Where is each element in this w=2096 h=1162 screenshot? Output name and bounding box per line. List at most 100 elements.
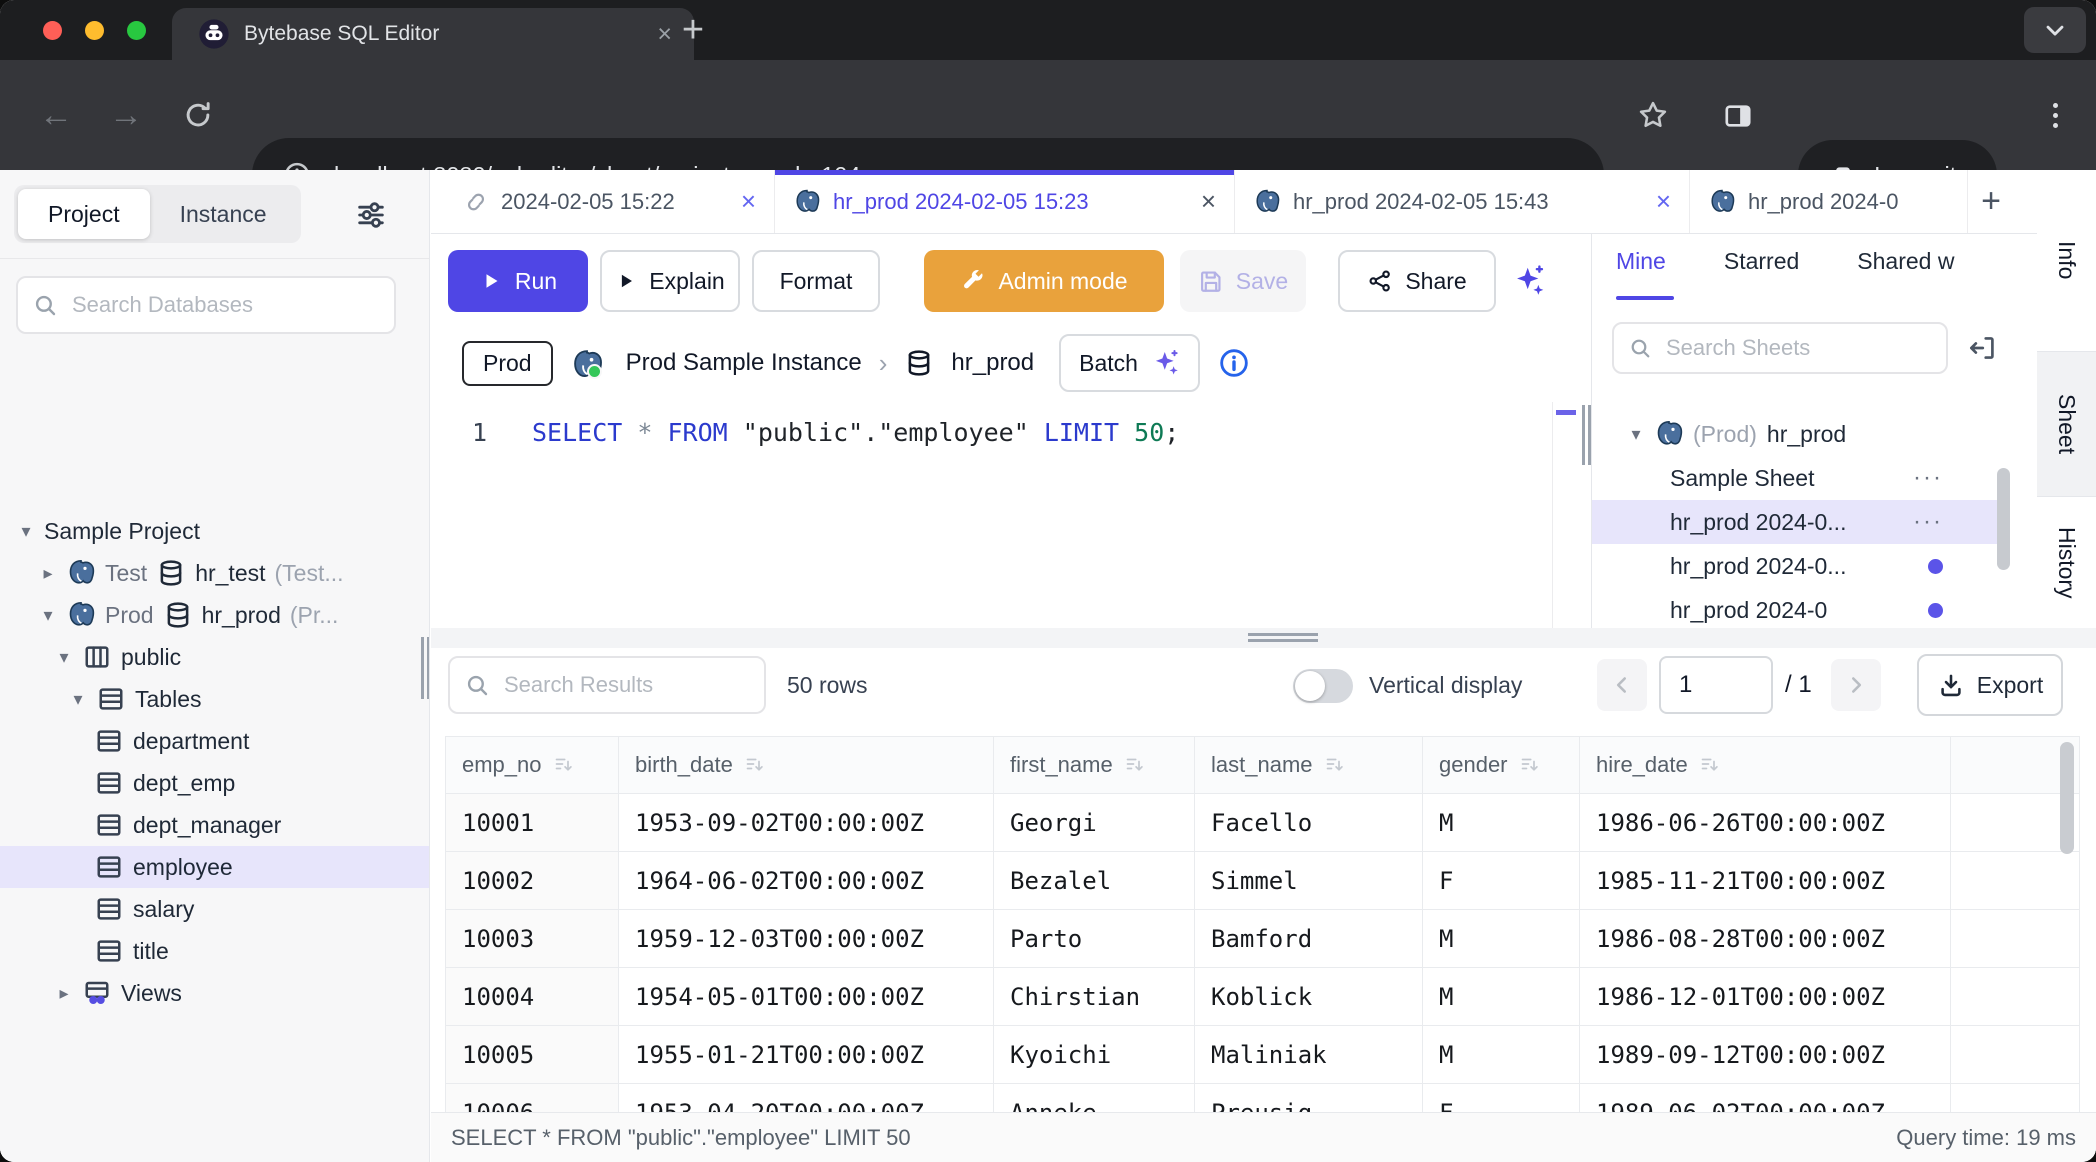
run-button[interactable]: Run — [448, 250, 588, 312]
back-button[interactable]: ← — [30, 60, 82, 170]
results-search-input[interactable] — [502, 671, 750, 699]
sidebar-item-department[interactable]: department — [0, 720, 429, 762]
worksheet-item-hr-prod-2024-0[interactable]: hr_prod 2024-0...··· — [1592, 500, 2010, 544]
save-button[interactable]: Save — [1180, 250, 1306, 312]
side-panel-icon[interactable] — [1722, 100, 1754, 132]
sidebar-item-dept-manager[interactable]: dept_manager — [0, 804, 429, 846]
sort-icon[interactable] — [552, 753, 576, 777]
results-search[interactable] — [448, 656, 766, 714]
table-row[interactable]: 100031959-12-03T00:00:00ZPartoBamfordM19… — [445, 910, 2080, 968]
chevron-down-icon[interactable]: ▾ — [14, 521, 38, 542]
tab-shared[interactable]: Shared w — [1857, 248, 1954, 275]
admin-mode-button[interactable]: Admin mode — [924, 250, 1164, 312]
column-header-hire-date[interactable]: hire_date — [1580, 736, 1951, 794]
close-tab-icon[interactable]: × — [657, 22, 672, 47]
ai-assistant-button[interactable] — [1504, 250, 1552, 312]
table-row[interactable]: 100051955-01-21T00:00:00ZKyoichiMaliniak… — [445, 1026, 2080, 1084]
sort-icon[interactable] — [1698, 753, 1722, 777]
sidebar-item-employee[interactable]: employee — [0, 846, 429, 888]
sheet-tab-2024-02-05-15-22[interactable]: 2024-02-05 15:22× — [445, 170, 775, 233]
worksheet-item-hr-prod-2024-0[interactable]: hr_prod 2024-0... — [1592, 544, 2010, 588]
tab-history[interactable]: History — [2037, 497, 2096, 628]
worksheet-item-sample-sheet[interactable]: Sample Sheet··· — [1592, 456, 2010, 500]
chevron-down-icon[interactable]: ▾ — [52, 647, 76, 668]
sidebar-item-salary[interactable]: salary — [0, 888, 429, 930]
table-row[interactable]: 100041954-05-01T00:00:00ZChirstianKoblic… — [445, 968, 2080, 1026]
column-header-birth-date[interactable]: birth_date — [619, 736, 994, 794]
export-button[interactable]: Export — [1917, 654, 2063, 716]
close-window-button[interactable] — [43, 21, 62, 40]
scrollbar-thumb[interactable] — [2060, 742, 2074, 854]
tab-project[interactable]: Project — [18, 189, 150, 239]
sidebar-item-hr-test[interactable]: ▸Testhr_test(Test... — [0, 552, 429, 594]
table-row[interactable]: 100011953-09-02T00:00:00ZGeorgiFacelloM1… — [445, 794, 2080, 852]
chevron-down-icon[interactable]: ▾ — [36, 605, 60, 626]
tab-sheet[interactable]: Sheet — [2037, 352, 2096, 497]
tab-mine[interactable]: Mine — [1616, 248, 1666, 275]
table-row[interactable]: 100061953-04-20T00:00:00ZAnnekePreusigF1… — [445, 1084, 2080, 1112]
sidebar-item-views[interactable]: ▸Views — [0, 972, 429, 1014]
sidebar-item-hr-prod[interactable]: ▾Prodhr_prod(Pr... — [0, 594, 429, 636]
results-resize-divider[interactable] — [431, 628, 2096, 648]
instance-name[interactable]: Prod Sample Instance — [626, 349, 862, 377]
tab-search-chevron-button[interactable] — [2024, 7, 2086, 53]
sheet-search-input[interactable] — [1664, 334, 1932, 362]
chevron-right-icon[interactable]: ▸ — [52, 983, 76, 1004]
worksheet-group[interactable]: ▾(Prod)hr_prod — [1592, 412, 2010, 456]
sql-editor[interactable]: 1 SELECT * FROM "public"."employee" LIMI… — [431, 404, 1552, 628]
filter-sliders-icon[interactable] — [354, 198, 388, 232]
sidebar-item-public[interactable]: ▾public — [0, 636, 429, 678]
forward-button[interactable]: → — [100, 60, 152, 170]
database-name[interactable]: hr_prod — [951, 349, 1034, 377]
close-icon[interactable]: × — [1656, 186, 1671, 217]
minimize-window-button[interactable] — [85, 21, 104, 40]
sort-icon[interactable] — [743, 753, 767, 777]
more-menu-icon[interactable]: ··· — [1913, 464, 1943, 492]
sidebar-item-sample-project[interactable]: ▾Sample Project — [0, 510, 429, 552]
tab-instance[interactable]: Instance — [150, 189, 297, 239]
next-page-button[interactable] — [1831, 659, 1881, 711]
column-header-emp-no[interactable]: emp_no — [445, 736, 619, 794]
sort-icon[interactable] — [1323, 753, 1347, 777]
new-sheet-button[interactable]: + — [1968, 170, 2014, 233]
browser-tab[interactable]: Bytebase SQL Editor × — [172, 8, 694, 60]
share-button[interactable]: Share — [1338, 250, 1496, 312]
sheet-tab-hr-prod-2024-02-05-15-23[interactable]: hr_prod 2024-02-05 15:23× — [775, 170, 1235, 233]
column-header-gender[interactable]: gender — [1423, 736, 1580, 794]
batch-button[interactable]: Batch — [1059, 334, 1200, 392]
sidebar-item-title[interactable]: title — [0, 930, 429, 972]
maximize-window-button[interactable] — [127, 21, 146, 40]
tab-starred[interactable]: Starred — [1724, 248, 1799, 275]
worksheet-item-hr-prod-2024-0[interactable]: hr_prod 2024-0 — [1592, 588, 2010, 628]
close-icon[interactable]: × — [741, 186, 756, 217]
sidebar-item-dept-emp[interactable]: dept_emp — [0, 762, 429, 804]
tab-info[interactable]: Info — [2037, 170, 2096, 352]
collapse-panel-icon[interactable] — [1966, 332, 1998, 364]
sheet-tab-hr-prod-2024-02-05-15-43[interactable]: hr_prod 2024-02-05 15:43× — [1235, 170, 1690, 233]
new-tab-button[interactable]: + — [672, 10, 714, 52]
sidebar-item-tables[interactable]: ▾Tables — [0, 678, 429, 720]
more-menu-icon[interactable]: ··· — [1913, 508, 1943, 536]
database-search-input[interactable] — [70, 291, 380, 319]
close-icon[interactable]: × — [1201, 186, 1216, 217]
bookmark-star-icon[interactable] — [1636, 98, 1670, 132]
sidebar-resize-handle[interactable] — [421, 637, 430, 699]
sort-icon[interactable] — [1123, 753, 1147, 777]
chevron-down-icon[interactable]: ▾ — [66, 689, 90, 710]
sort-icon[interactable] — [1518, 753, 1542, 777]
chevron-down-icon[interactable]: ▾ — [1624, 424, 1648, 445]
database-search[interactable] — [16, 276, 396, 334]
sheet-tab-hr-prod-2024-0[interactable]: hr_prod 2024-0 — [1690, 170, 1968, 233]
previous-page-button[interactable] — [1597, 659, 1647, 711]
format-button[interactable]: Format — [752, 250, 880, 312]
column-header-first-name[interactable]: first_name — [994, 736, 1195, 794]
page-number-input[interactable] — [1659, 656, 1773, 714]
info-icon[interactable] — [1217, 346, 1251, 380]
scrollbar-thumb[interactable] — [1997, 468, 2010, 570]
drag-handle[interactable] — [1248, 633, 1318, 642]
editor-minimap[interactable] — [1552, 402, 1579, 628]
browser-menu-button[interactable] — [2038, 98, 2072, 132]
explain-button[interactable]: Explain — [600, 250, 740, 312]
sheet-search[interactable] — [1612, 322, 1948, 374]
chevron-right-icon[interactable]: ▸ — [36, 563, 60, 584]
